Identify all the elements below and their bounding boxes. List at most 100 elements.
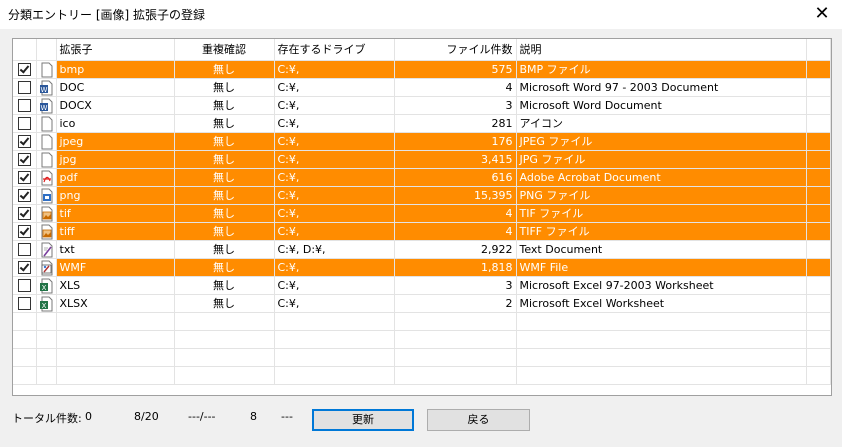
cell-file-count: 2 bbox=[394, 294, 517, 313]
checkbox-icon[interactable] bbox=[17, 243, 31, 256]
table-row[interactable]: tiff 無し C:¥, 4 TIFF ファイル bbox=[13, 222, 831, 241]
header-file-count[interactable]: ファイル件数 bbox=[394, 39, 517, 61]
cell-extension: XLSX bbox=[56, 294, 175, 313]
blank-file-icon bbox=[36, 60, 57, 79]
checkbox-icon[interactable] bbox=[17, 99, 31, 112]
cell-extension: txt bbox=[56, 240, 175, 259]
window-title: 分類エントリー [画像] 拡張子の登録 bbox=[8, 8, 205, 22]
table-row[interactable]: pdf 無し C:¥, 616 Adobe Acrobat Document bbox=[13, 168, 831, 187]
table-row[interactable]: jpg 無し C:¥, 3,415 JPG ファイル bbox=[13, 150, 831, 169]
cell-description: JPEG ファイル bbox=[516, 132, 807, 151]
cell-description: TIFF ファイル bbox=[516, 222, 807, 241]
selected-count: 8/20 bbox=[134, 410, 159, 423]
table-row[interactable]: X XLS 無し C:¥, 3 Microsoft Excel 97-2003 Works… bbox=[13, 276, 831, 295]
row-checkbox[interactable] bbox=[13, 150, 37, 169]
checkbox-icon[interactable] bbox=[17, 207, 31, 220]
checkbox-icon[interactable] bbox=[17, 135, 31, 148]
cell-extension: tif bbox=[56, 204, 175, 223]
row-checkbox[interactable] bbox=[13, 132, 37, 151]
cell-description: JPG ファイル bbox=[516, 150, 807, 169]
row-checkbox[interactable] bbox=[13, 240, 37, 259]
cell-drive: C:¥, bbox=[274, 222, 395, 241]
checkbox-icon[interactable] bbox=[17, 189, 31, 202]
cell-filler bbox=[806, 294, 831, 313]
cell-duplicate-check: 無し bbox=[174, 150, 275, 169]
cell-file-count: 281 bbox=[394, 114, 517, 133]
svg-text:X: X bbox=[41, 284, 46, 292]
table-row[interactable]: txt 無し C:¥, D:¥, 2,922 Text Document bbox=[13, 240, 831, 259]
cell-file-count: 15,395 bbox=[394, 186, 517, 205]
header-filler bbox=[806, 39, 831, 61]
refresh-button[interactable]: 更新 bbox=[312, 409, 414, 431]
cell-file-count: 2,922 bbox=[394, 240, 517, 259]
cell-duplicate-check: 無し bbox=[174, 240, 275, 259]
image-file-icon bbox=[36, 222, 57, 241]
checkbox-icon[interactable] bbox=[17, 171, 31, 184]
checkbox-icon[interactable] bbox=[17, 279, 31, 292]
cell-filler bbox=[806, 258, 831, 277]
row-checkbox[interactable] bbox=[13, 258, 37, 277]
cell-description: TIF ファイル bbox=[516, 204, 807, 223]
table-row[interactable]: W DOC 無し C:¥, 4 Microsoft Word 97 - 2003 Docu… bbox=[13, 78, 831, 97]
checkbox-icon[interactable] bbox=[17, 261, 31, 274]
cell-filler bbox=[806, 204, 831, 223]
table-row[interactable]: WMF 無し C:¥, 1,818 WMF File bbox=[13, 258, 831, 277]
cell-drive: C:¥, bbox=[274, 96, 395, 115]
header-duplicate-check[interactable]: 重複確認 bbox=[174, 39, 275, 61]
table-row[interactable]: ico 無し C:¥, 281 アイコン bbox=[13, 114, 831, 133]
range-indicator: ---/--- bbox=[188, 410, 216, 423]
table-row[interactable]: W DOCX 無し C:¥, 3 Microsoft Word Document bbox=[13, 96, 831, 115]
checkbox-icon[interactable] bbox=[17, 117, 31, 130]
row-checkbox[interactable] bbox=[13, 222, 37, 241]
row-checkbox[interactable] bbox=[13, 168, 37, 187]
cell-duplicate-check: 無し bbox=[174, 258, 275, 277]
row-checkbox[interactable] bbox=[13, 186, 37, 205]
checkbox-icon[interactable] bbox=[17, 153, 31, 166]
row-checkbox[interactable] bbox=[13, 294, 37, 313]
cell-filler bbox=[806, 150, 831, 169]
header-row: 拡張子 重複確認 存在するドライブ ファイル件数 説明 bbox=[13, 39, 831, 61]
blank-file-icon bbox=[36, 114, 57, 133]
cell-duplicate-check: 無し bbox=[174, 294, 275, 313]
cell-extension: bmp bbox=[56, 60, 175, 79]
header-extension[interactable]: 拡張子 bbox=[56, 39, 175, 61]
checkbox-icon[interactable] bbox=[17, 63, 31, 76]
cell-extension: XLS bbox=[56, 276, 175, 295]
header-description[interactable]: 説明 bbox=[516, 39, 807, 61]
word-file-icon: W bbox=[36, 78, 57, 97]
excel-file-icon: X bbox=[36, 276, 57, 295]
cell-extension: png bbox=[56, 186, 175, 205]
cell-drive: C:¥, bbox=[274, 150, 395, 169]
back-button[interactable]: 戻る bbox=[427, 409, 530, 431]
count-indicator: 8 bbox=[250, 410, 257, 423]
cell-duplicate-check: 無し bbox=[174, 276, 275, 295]
empty-row bbox=[13, 348, 831, 367]
text-file-icon bbox=[36, 240, 57, 259]
cell-duplicate-check: 無し bbox=[174, 186, 275, 205]
row-checkbox[interactable] bbox=[13, 114, 37, 133]
cell-extension: WMF bbox=[56, 258, 175, 277]
table-row[interactable]: png 無し C:¥, 15,395 PNG ファイル bbox=[13, 186, 831, 205]
pdf-file-icon bbox=[36, 168, 57, 187]
row-checkbox[interactable] bbox=[13, 204, 37, 223]
checkbox-icon[interactable] bbox=[17, 225, 31, 238]
table-row[interactable]: X XLSX 無し C:¥, 2 Microsoft Excel Worksheet bbox=[13, 294, 831, 313]
table-row[interactable]: bmp 無し C:¥, 575 BMP ファイル bbox=[13, 60, 831, 79]
table-row[interactable]: tif 無し C:¥, 4 TIF ファイル bbox=[13, 204, 831, 223]
header-drive[interactable]: 存在するドライブ bbox=[274, 39, 395, 61]
cell-filler bbox=[806, 60, 831, 79]
row-checkbox[interactable] bbox=[13, 276, 37, 295]
row-checkbox[interactable] bbox=[13, 60, 37, 79]
cell-duplicate-check: 無し bbox=[174, 168, 275, 187]
extension-table: 拡張子 重複確認 存在するドライブ ファイル件数 説明 bmp 無し C:¥, 575… bbox=[13, 39, 831, 385]
row-checkbox[interactable] bbox=[13, 78, 37, 97]
cell-file-count: 4 bbox=[394, 204, 517, 223]
row-checkbox[interactable] bbox=[13, 96, 37, 115]
table-row[interactable]: jpeg 無し C:¥, 176 JPEG ファイル bbox=[13, 132, 831, 151]
cell-filler bbox=[806, 276, 831, 295]
close-icon[interactable]: ✕ bbox=[808, 3, 836, 25]
cell-filler bbox=[806, 222, 831, 241]
checkbox-icon[interactable] bbox=[17, 297, 31, 310]
checkbox-icon[interactable] bbox=[17, 81, 31, 94]
extension-grid[interactable]: 拡張子 重複確認 存在するドライブ ファイル件数 説明 bmp 無し C:¥, 575… bbox=[12, 38, 832, 396]
